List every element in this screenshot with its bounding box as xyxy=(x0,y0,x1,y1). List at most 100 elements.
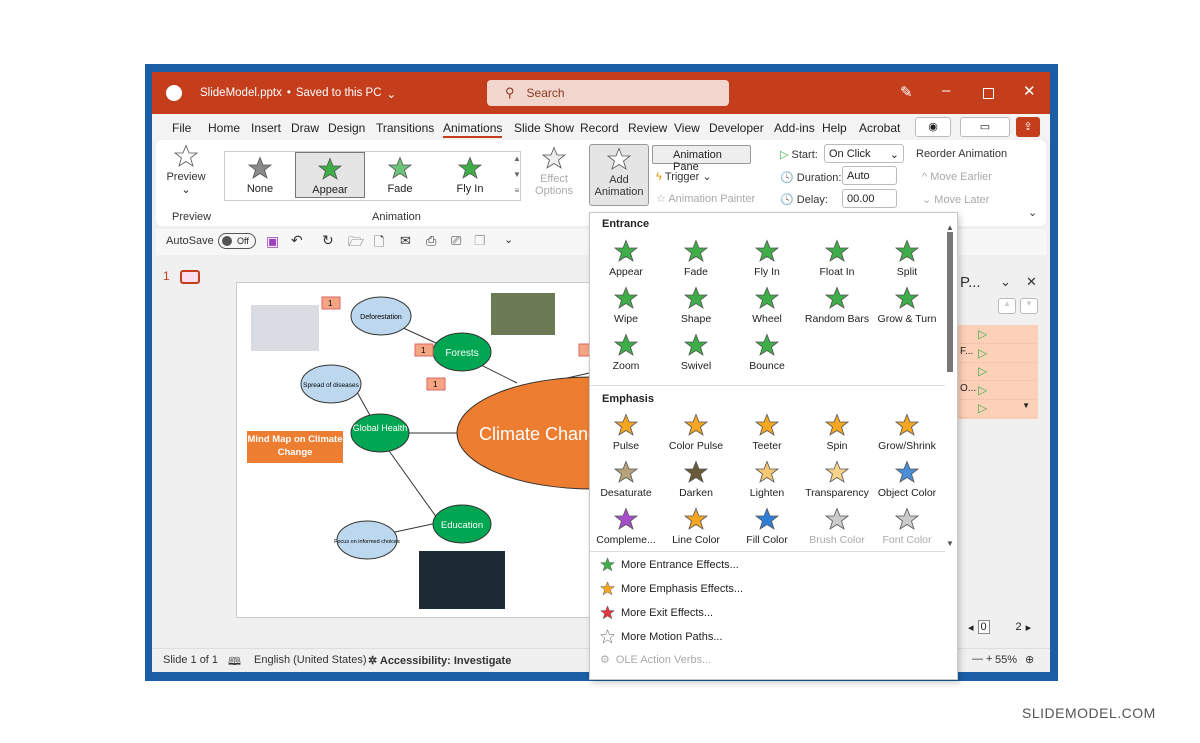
gallery-item-appear[interactable]: Appear xyxy=(295,152,365,198)
entrance-effect-wheel[interactable]: Wheel xyxy=(732,286,802,325)
gallery-scroll[interactable]: ▲ ▼ ≡ xyxy=(512,151,522,201)
language-status[interactable]: English (United States) xyxy=(254,654,367,666)
animation-list-item[interactable]: O... ▷ xyxy=(960,383,1036,400)
tab-animations[interactable]: Animations xyxy=(443,121,503,138)
tab-home[interactable]: Home xyxy=(208,121,240,135)
effect-options-button[interactable]: Effect Options xyxy=(534,146,574,197)
zoom-slider[interactable]: — + xyxy=(972,653,992,665)
menu-item-more-emphasis-effects[interactable]: More Emphasis Effects... xyxy=(600,581,743,596)
pane-close-icon[interactable]: ✕ xyxy=(1026,274,1037,290)
maximize-button[interactable] xyxy=(983,88,994,99)
tab-insert[interactable]: Insert xyxy=(251,121,281,135)
fit-slide-icon[interactable]: ⊕ xyxy=(1025,653,1034,666)
emphasis-effect-teeter[interactable]: Teeter xyxy=(732,413,802,452)
animation-list-item[interactable]: ▷ xyxy=(960,364,1036,381)
gallery-item-fly-in[interactable]: Fly In xyxy=(435,152,505,198)
emphasis-effect-spin[interactable]: Spin xyxy=(802,413,872,452)
tab-slide-show[interactable]: Slide Show xyxy=(514,121,574,135)
emphasis-effect-transparency[interactable]: Transparency xyxy=(802,460,872,499)
entrance-effect-fly-in[interactable]: Fly In xyxy=(732,239,802,278)
emphasis-effect-line-color[interactable]: Line Color xyxy=(661,507,731,546)
tab-draw[interactable]: Draw xyxy=(291,121,319,135)
emphasis-effect-darken[interactable]: Darken xyxy=(661,460,731,499)
entrance-effect-random-bars[interactable]: Random Bars xyxy=(802,286,872,325)
record-button[interactable]: ◉ xyxy=(915,117,951,137)
menu-item-more-entrance-effects[interactable]: More Entrance Effects... xyxy=(600,557,739,572)
tab-review[interactable]: Review xyxy=(628,121,667,135)
share-button[interactable]: ⇪ xyxy=(1016,117,1040,137)
menu-item-more-exit-effects[interactable]: More Exit Effects... xyxy=(600,605,713,620)
timeline[interactable]: ◂ 0 2 ▸ xyxy=(968,620,1031,634)
trigger-button[interactable]: ϟ Trigger ⌄ xyxy=(656,170,712,183)
entrance-effect-split[interactable]: Split xyxy=(872,239,942,278)
save-icon[interactable]: ▣ xyxy=(266,233,279,250)
animation-pane-button[interactable]: Animation Pane xyxy=(652,145,751,173)
entrance-effect-grow-turn[interactable]: Grow & Turn xyxy=(872,286,942,325)
tab-transitions[interactable]: Transitions xyxy=(376,121,434,135)
entrance-effect-appear[interactable]: Appear xyxy=(591,239,661,278)
accessibility-status[interactable]: ✲ Accessibility: Investigate xyxy=(368,654,511,667)
tab-file[interactable]: File xyxy=(172,121,191,135)
tab-developer[interactable]: Developer xyxy=(709,121,764,135)
new-icon[interactable]: 🗋 xyxy=(374,233,384,255)
entrance-effect-swivel[interactable]: Swivel xyxy=(661,333,731,372)
delay-input[interactable]: 00.00 xyxy=(842,189,897,208)
email-icon[interactable]: ✉ xyxy=(400,233,411,249)
zoom-level[interactable]: 55% xyxy=(995,654,1017,666)
animation-list-item[interactable]: ▷ xyxy=(960,327,1036,344)
emphasis-effect-fill-color[interactable]: Fill Color xyxy=(732,507,802,546)
emphasis-effect-pulse[interactable]: Pulse xyxy=(591,413,661,452)
preview-button[interactable]: Preview ⌄ xyxy=(166,144,206,196)
tab-acrobat[interactable]: Acrobat xyxy=(859,121,900,135)
pen-icon[interactable]: ✎ xyxy=(900,83,913,101)
entrance-effect-wipe[interactable]: Wipe xyxy=(591,286,661,325)
emphasis-effect-desaturate[interactable]: Desaturate xyxy=(591,460,661,499)
emphasis-effect-object-color[interactable]: Object Color xyxy=(872,460,942,499)
emphasis-effect-compleme-[interactable]: Compleme... xyxy=(591,507,661,546)
move-down-button[interactable]: ▼ xyxy=(1020,298,1038,314)
comments-button[interactable]: ▭ xyxy=(960,117,1010,137)
present-icon[interactable]: ⎚ xyxy=(451,233,461,249)
minimize-button[interactable]: – xyxy=(942,82,950,99)
menu-item-ole-action-verbs[interactable]: ⚙ OLE Action Verbs... xyxy=(600,653,711,667)
entrance-effect-shape[interactable]: Shape xyxy=(661,286,731,325)
notes-icon[interactable]: 🕮 xyxy=(228,653,241,672)
animation-list-item[interactable]: F... ▷ xyxy=(960,346,1036,363)
animation-list-item[interactable]: ▷ ▼ xyxy=(960,401,1036,418)
tab-design[interactable]: Design xyxy=(328,121,365,135)
start-select[interactable]: On Click ⌄ xyxy=(824,144,904,163)
customize-qat-icon[interactable]: ⌄ xyxy=(504,233,513,246)
entrance-effect-float-in[interactable]: Float In xyxy=(802,239,872,278)
add-animation-button[interactable]: Add Animation xyxy=(589,144,649,206)
global-health-node[interactable] xyxy=(350,413,410,453)
close-button[interactable]: ✕ xyxy=(1023,82,1036,100)
redo-icon[interactable]: ↻ xyxy=(322,232,334,249)
emphasis-effect-brush-color[interactable]: Brush Color xyxy=(802,507,872,546)
emphasis-effect-color-pulse[interactable]: Color Pulse xyxy=(661,413,731,452)
tab-help[interactable]: Help xyxy=(822,121,847,135)
collapse-ribbon-icon[interactable]: ⌄ xyxy=(1028,206,1037,219)
entrance-effect-bounce[interactable]: Bounce xyxy=(732,333,802,372)
gallery-item-none[interactable]: None xyxy=(225,152,295,198)
undo-icon[interactable]: ↶ xyxy=(291,232,303,249)
document-title[interactable]: SlideModel.pptx • Saved to this PC ⌄ xyxy=(200,87,396,101)
move-earlier-button[interactable]: ^ Move Earlier xyxy=(922,171,992,183)
duration-input[interactable]: Auto xyxy=(842,166,897,185)
autosave-toggle[interactable]: Off xyxy=(218,233,256,249)
emphasis-effect-lighten[interactable]: Lighten xyxy=(732,460,802,499)
duplicate-icon[interactable]: ❐ xyxy=(474,233,486,249)
entrance-effect-zoom[interactable]: Zoom xyxy=(591,333,661,372)
gallery-item-fade[interactable]: Fade xyxy=(365,152,435,198)
tab-record[interactable]: Record xyxy=(580,121,619,135)
menu-item-more-motion-paths[interactable]: More Motion Paths... xyxy=(600,629,723,644)
dropdown-scrollbar[interactable]: ▲ ▼ xyxy=(945,223,955,548)
emphasis-effect-grow-shrink[interactable]: Grow/Shrink xyxy=(872,413,942,452)
search-box[interactable]: ⚲ Search xyxy=(487,80,729,106)
move-later-button[interactable]: ⌄ Move Later xyxy=(922,193,989,206)
print-icon[interactable]: ⎙ xyxy=(426,233,436,249)
emphasis-effect-font-color[interactable]: Font Color xyxy=(872,507,942,546)
move-up-button[interactable]: ▲ xyxy=(998,298,1016,314)
tab-view[interactable]: View xyxy=(674,121,700,135)
entrance-effect-fade[interactable]: Fade xyxy=(661,239,731,278)
dropdown-arrow-icon[interactable]: ▼ xyxy=(1022,401,1030,410)
